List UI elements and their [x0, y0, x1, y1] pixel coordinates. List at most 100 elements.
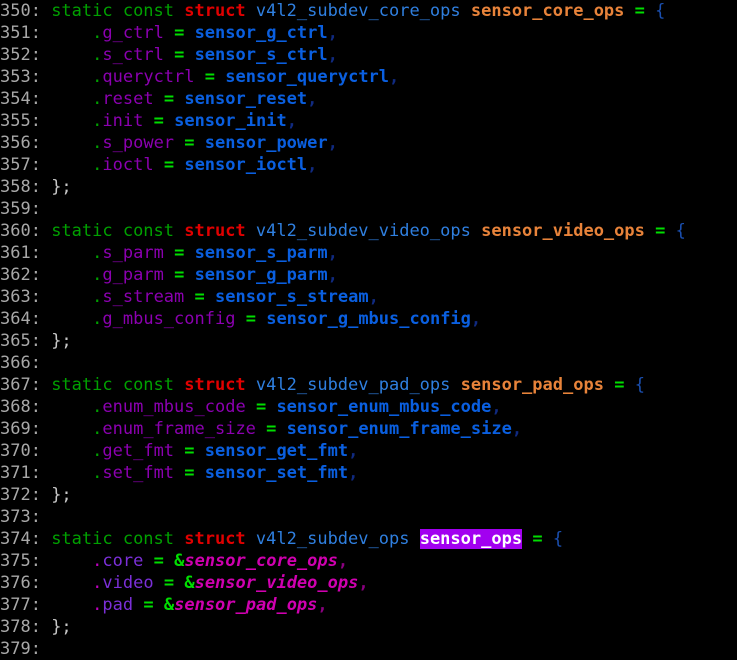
code-token: .: [92, 551, 103, 571]
code-token: s_stream: [102, 287, 185, 307]
code-line[interactable]: 371: .set_fmt = sensor_set_fmt,: [0, 462, 737, 484]
code-token: .: [92, 23, 103, 43]
line-number: 379:: [0, 639, 41, 659]
code-line[interactable]: 362: .g_parm = sensor_g_parm,: [0, 264, 737, 286]
line-number: 357:: [0, 155, 41, 175]
code-token: sensor_pad_ops: [460, 375, 604, 395]
code-token: sensor_init: [174, 111, 287, 131]
code-line[interactable]: 361: .s_parm = sensor_s_parm,: [0, 242, 737, 264]
code-lines-container[interactable]: 350: static const struct v4l2_subdev_cor…: [0, 0, 737, 660]
line-number: 352:: [0, 45, 41, 65]
code-token: sensor_s_parm: [194, 243, 328, 263]
code-line[interactable]: 378: };: [0, 616, 737, 638]
code-line[interactable]: 374: static const struct v4l2_subdev_ops…: [0, 528, 737, 550]
code-line[interactable]: 379:: [0, 638, 737, 660]
code-token: struct: [184, 221, 246, 241]
code-token: =: [184, 441, 195, 461]
code-line[interactable]: 360: static const struct v4l2_subdev_vid…: [0, 220, 737, 242]
code-token: v4l2_subdev_pad_ops: [255, 375, 451, 395]
code-line[interactable]: 366:: [0, 352, 737, 374]
line-number: 367:: [0, 375, 41, 395]
line-number: 374:: [0, 529, 41, 549]
code-line[interactable]: 353: .queryctrl = sensor_queryctrl,: [0, 66, 737, 88]
code-token: {: [634, 375, 645, 395]
code-line[interactable]: 364: .g_mbus_config = sensor_g_mbus_conf…: [0, 308, 737, 330]
code-token: =: [143, 595, 154, 615]
code-token: ,: [337, 551, 349, 571]
code-line[interactable]: 367: static const struct v4l2_subdev_pad…: [0, 374, 737, 396]
code-line[interactable]: 351: .g_ctrl = sensor_g_ctrl,: [0, 22, 737, 44]
code-token: =: [532, 529, 543, 549]
code-line[interactable]: 370: .get_fmt = sensor_get_fmt,: [0, 440, 737, 462]
code-line[interactable]: 350: static const struct v4l2_subdev_cor…: [0, 0, 737, 22]
code-line[interactable]: 372: };: [0, 484, 737, 506]
code-token: sensor_s_ctrl: [194, 45, 328, 65]
code-token: static const: [40, 1, 185, 21]
code-token: video: [102, 573, 154, 593]
code-line[interactable]: 369: .enum_frame_size = sensor_enum_fram…: [0, 418, 737, 440]
line-number: 373:: [0, 507, 41, 527]
code-token: struct: [184, 375, 246, 395]
code-line[interactable]: 363: .s_stream = sensor_s_stream,: [0, 286, 737, 308]
code-token: sensor_video_ops: [194, 573, 359, 593]
code-token: v4l2_subdev_video_ops: [255, 221, 471, 241]
line-number: 378:: [0, 617, 41, 637]
code-token: =: [614, 375, 625, 395]
line-number: 377:: [0, 595, 41, 615]
code-line[interactable]: 354: .reset = sensor_reset,: [0, 88, 737, 110]
code-line[interactable]: 355: .init = sensor_init,: [0, 110, 737, 132]
code-line[interactable]: 368: .enum_mbus_code = sensor_enum_mbus_…: [0, 396, 737, 418]
code-line[interactable]: 358: };: [0, 176, 737, 198]
code-token: =: [174, 23, 185, 43]
code-token: pad: [102, 595, 134, 615]
code-token: ,: [470, 309, 482, 329]
code-token: &: [174, 551, 185, 571]
code-token: sensor_enum_mbus_code: [276, 397, 492, 417]
code-line[interactable]: 365: };: [0, 330, 737, 352]
code-token: ,: [317, 595, 328, 615]
code-line[interactable]: 352: .s_ctrl = sensor_s_ctrl,: [0, 44, 737, 66]
code-token: =: [163, 573, 175, 593]
code-line[interactable]: 377: .pad = &sensor_pad_ops,: [0, 594, 737, 616]
code-token: sensor_s_stream: [215, 287, 369, 307]
code-token: .: [92, 287, 103, 307]
code-token: s_power: [102, 133, 175, 153]
code-token: static const: [40, 529, 185, 549]
code-line[interactable]: 373:: [0, 506, 737, 528]
code-token: v4l2_subdev_ops: [255, 529, 410, 549]
line-number: 372:: [0, 485, 41, 505]
code-token: ,: [368, 287, 379, 307]
code-editor-viewport[interactable]: 350: static const struct v4l2_subdev_cor…: [0, 0, 737, 659]
code-token: .: [92, 155, 103, 175]
code-line[interactable]: 357: .ioctl = sensor_ioctl,: [0, 154, 737, 176]
code-token: ,: [358, 573, 369, 593]
code-token: sensor_g_mbus_config: [266, 309, 471, 329]
code-token: .: [92, 441, 103, 461]
code-token: core: [102, 551, 144, 571]
code-line[interactable]: 356: .s_power = sensor_power,: [0, 132, 737, 154]
code-token: .: [92, 595, 103, 615]
code-line[interactable]: 376: .video = &sensor_video_ops,: [0, 572, 737, 594]
code-line[interactable]: 359:: [0, 198, 737, 220]
code-line[interactable]: 375: .core = &sensor_core_ops,: [0, 550, 737, 572]
line-number: 361:: [0, 243, 41, 263]
